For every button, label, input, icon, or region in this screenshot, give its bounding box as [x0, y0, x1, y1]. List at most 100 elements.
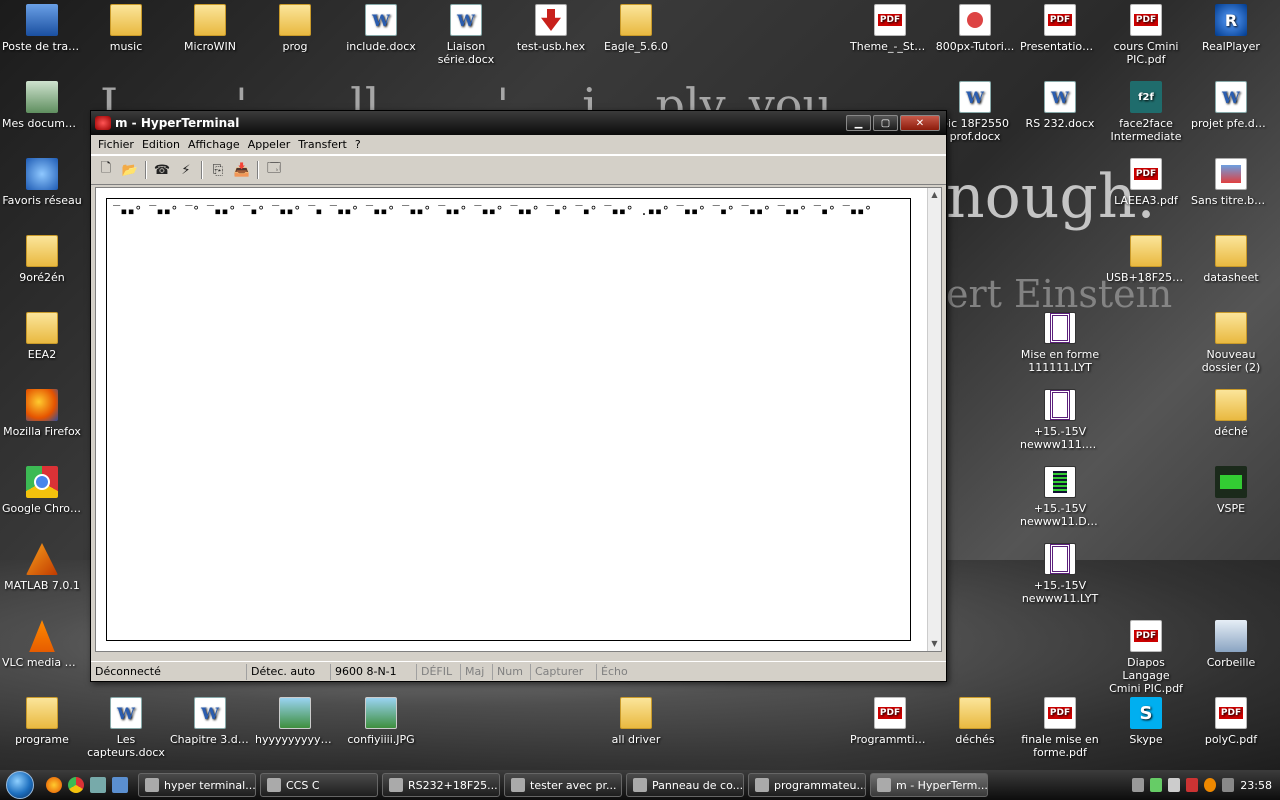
- desktop-icon[interactable]: RealPlayer: [1189, 4, 1273, 53]
- open-icon[interactable]: 📂: [121, 161, 139, 179]
- scroll-down-icon[interactable]: ▼: [928, 637, 941, 651]
- close-button[interactable]: ✕: [900, 115, 940, 131]
- properties-icon[interactable]: 🗔: [265, 161, 283, 179]
- desktop-icon[interactable]: programe: [0, 697, 84, 746]
- taskbar-button[interactable]: CCS C: [260, 773, 378, 797]
- desktop-icon[interactable]: test-usb.hex: [509, 4, 593, 53]
- maximize-button[interactable]: ▢: [873, 115, 898, 131]
- word-document-icon: [194, 697, 226, 729]
- receive-icon[interactable]: 📥: [233, 161, 251, 179]
- hyperterminal-window[interactable]: m - HyperTerminal ▁ ▢ ✕ Fichier Edition …: [90, 110, 947, 682]
- battery-icon[interactable]: [1168, 778, 1181, 792]
- computer-icon: [26, 4, 58, 36]
- desktop-icon[interactable]: Nouveau dossier (2): [1189, 312, 1273, 374]
- desktop-icon[interactable]: Corbeille: [1189, 620, 1273, 669]
- status-defil: DÉFIL: [417, 663, 461, 680]
- desktop-icon[interactable]: MicroWIN: [168, 4, 252, 53]
- desktop-icon[interactable]: +15.-15V newww111.LYT: [1018, 389, 1102, 451]
- firefox-icon[interactable]: [46, 777, 62, 793]
- start-button[interactable]: [0, 770, 40, 800]
- network-signal-icon[interactable]: [1150, 778, 1163, 792]
- desktop-icon[interactable]: Theme_-_Stat...: [848, 4, 932, 53]
- terminal-area[interactable]: ‾▪▪° ‾▪▪° ‾° ‾▪▪° ‾▪° ‾▪▪° ‾▪ ‾▪▪° ‾▪▪° …: [95, 187, 942, 652]
- desktop-icon[interactable]: EEA2: [0, 312, 84, 361]
- call-icon[interactable]: ☎: [153, 161, 171, 179]
- desktop-icon[interactable]: Les capteurs.docx: [84, 697, 168, 759]
- desktop-icon[interactable]: datasheet: [1189, 235, 1273, 284]
- disconnect-icon[interactable]: ⚡: [177, 161, 195, 179]
- desktop-icon[interactable]: confiyiiii.JPG: [339, 697, 423, 746]
- taskbar-button[interactable]: programmateu...: [748, 773, 866, 797]
- desktop-icon[interactable]: f2f face2face Intermediate: [1104, 81, 1188, 143]
- taskbar-button[interactable]: hyper terminal...: [138, 773, 256, 797]
- menu-edition[interactable]: Edition: [138, 138, 184, 151]
- desktop-icon[interactable]: Mise en forme 111111.LYT: [1018, 312, 1102, 374]
- menu-appeler[interactable]: Appeler: [244, 138, 295, 151]
- desktop-icon[interactable]: cours Cmini PIC.pdf: [1104, 4, 1188, 66]
- folder-icon: [959, 697, 991, 729]
- minimize-button[interactable]: ▁: [846, 115, 871, 131]
- desktop-icon[interactable]: Chapitre 3.docx: [168, 697, 252, 746]
- desktop-icon[interactable]: +15.-15V newww11.LYT: [1018, 543, 1102, 605]
- desktop-icon-label: Chapitre 3.docx: [170, 733, 252, 746]
- desktop-icon[interactable]: all driver: [594, 697, 678, 746]
- taskbar-button[interactable]: Panneau de co...: [626, 773, 744, 797]
- show-desktop-icon[interactable]: [112, 777, 128, 793]
- desktop-icon[interactable]: Sans titre.bmp: [1189, 158, 1273, 207]
- desktop-icon[interactable]: USB+18F2550: [1104, 235, 1188, 284]
- desktop-icon-label: Liaison série.docx: [437, 40, 495, 66]
- scroll-up-icon[interactable]: ▲: [928, 188, 941, 202]
- desktop-icon[interactable]: 800px-Tutori...: [933, 4, 1017, 53]
- menu-fichier[interactable]: Fichier: [94, 138, 138, 151]
- taskbar-button[interactable]: tester avec pr...: [504, 773, 622, 797]
- desktop-icon[interactable]: Google Chrome: [0, 466, 84, 515]
- desktop-icon[interactable]: finale mise en forme.pdf: [1018, 697, 1102, 759]
- switch-windows-icon[interactable]: [90, 777, 106, 793]
- desktop-icon[interactable]: include.docx: [339, 4, 423, 53]
- desktop-icon[interactable]: Favoris réseau: [0, 158, 84, 207]
- desktop-icon[interactable]: Programmtion...: [848, 697, 932, 746]
- realplayer-tray-icon[interactable]: [1204, 778, 1217, 792]
- lyt-file-icon: [1044, 543, 1076, 575]
- desktop-icon[interactable]: +15.-15V newww11.DSN: [1018, 466, 1102, 528]
- desktop-icon[interactable]: VSPE: [1189, 466, 1273, 515]
- new-icon[interactable]: 🗋: [97, 161, 115, 179]
- taskbar-button[interactable]: m - HyperTerm...: [870, 773, 988, 797]
- menu-help[interactable]: ?: [351, 138, 365, 151]
- speaker-icon[interactable]: [1222, 778, 1235, 792]
- folder-icon: [1130, 235, 1162, 267]
- desktop-icon[interactable]: Skype: [1104, 697, 1188, 746]
- taskbar-button[interactable]: RS232+18F25...: [382, 773, 500, 797]
- volume-icon[interactable]: [1186, 778, 1199, 792]
- menu-affichage[interactable]: Affichage: [184, 138, 244, 151]
- desktop-icon[interactable]: hyyyyyyyyyy...: [253, 697, 337, 746]
- desktop-icon[interactable]: VLC media player: [0, 620, 84, 669]
- desktop-icon[interactable]: déchés: [933, 697, 1017, 746]
- desktop-icon[interactable]: Presentation_...: [1018, 4, 1102, 53]
- desktop-icon[interactable]: 9oré2én: [0, 235, 84, 284]
- title-bar[interactable]: m - HyperTerminal ▁ ▢ ✕: [91, 111, 946, 135]
- desktop-icon[interactable]: Mes documents: [0, 81, 84, 130]
- desktop-icon[interactable]: Poste de travail: [0, 4, 84, 53]
- desktop-icon[interactable]: Liaison série.docx: [424, 4, 508, 66]
- clock[interactable]: 23:58: [1240, 779, 1272, 792]
- vertical-scrollbar[interactable]: ▲ ▼: [927, 188, 941, 651]
- desktop-icon[interactable]: Eagle_5.6.0: [594, 4, 678, 53]
- chrome-icon[interactable]: [68, 777, 84, 793]
- desktop-icon[interactable]: projet pfe.docx: [1189, 81, 1273, 130]
- desktop-icon[interactable]: Diapos Langage Cmini PIC.pdf: [1104, 620, 1188, 695]
- desktop-icon[interactable]: MATLAB 7.0.1: [0, 543, 84, 592]
- desktop-icon[interactable]: polyC.pdf: [1189, 697, 1273, 746]
- desktop-icon[interactable]: prog: [253, 4, 337, 53]
- desktop-icon[interactable]: déché: [1189, 389, 1273, 438]
- terminal-output[interactable]: ‾▪▪° ‾▪▪° ‾° ‾▪▪° ‾▪° ‾▪▪° ‾▪ ‾▪▪° ‾▪▪° …: [106, 198, 911, 641]
- desktop-icon-label: VSPE: [1216, 502, 1246, 515]
- send-icon[interactable]: ⎘: [209, 161, 227, 179]
- desktop-icon[interactable]: RS 232.docx: [1018, 81, 1102, 130]
- desktop-icon[interactable]: Mozilla Firefox: [0, 389, 84, 438]
- folder-icon: [26, 312, 58, 344]
- desktop-icon[interactable]: music: [84, 4, 168, 53]
- usb-icon[interactable]: [1132, 778, 1145, 792]
- menu-transfert[interactable]: Transfert: [294, 138, 351, 151]
- desktop-icon[interactable]: LAEEA3.pdf: [1104, 158, 1188, 207]
